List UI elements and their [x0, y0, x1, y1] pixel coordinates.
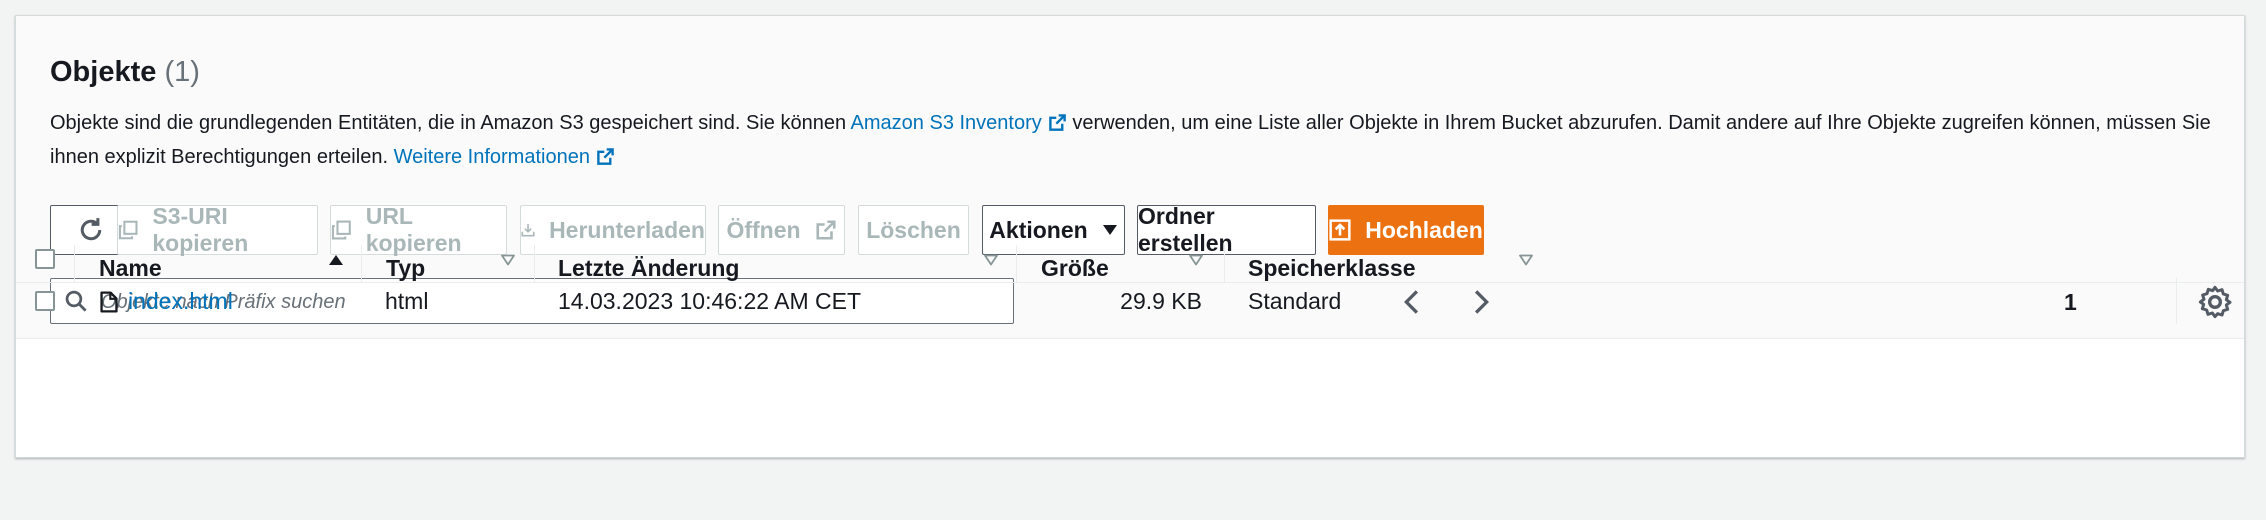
object-type: html [385, 287, 429, 314]
object-last-modified: 14.03.2023 10:46:22 AM CET [558, 287, 862, 314]
copy-icon [331, 220, 351, 240]
column-type-label: Typ [386, 254, 426, 281]
object-size: 29.9 KB [1120, 287, 1202, 314]
column-storage-class-label: Speicherklasse [1248, 254, 1416, 281]
next-page-button[interactable] [1468, 282, 1494, 322]
description-text-1: Objekte sind die grundlegenden Entitäten… [50, 112, 847, 134]
sort-icon[interactable] [1518, 254, 1534, 266]
inventory-link[interactable]: Amazon S3 Inventory [851, 112, 1067, 134]
inventory-link-label: Amazon S3 Inventory [850, 112, 1042, 134]
column-divider [361, 245, 362, 283]
column-name-label: Name [99, 254, 162, 281]
column-divider [74, 245, 75, 283]
preferences-button[interactable] [2195, 282, 2235, 327]
section-description: Objekte sind die grundlegenden Entitäten… [50, 106, 2220, 174]
column-divider [1016, 245, 1017, 283]
sort-ascending-icon[interactable] [328, 254, 344, 266]
sort-icon[interactable] [500, 254, 516, 266]
gear-icon [2198, 285, 2232, 319]
prefix-search-input[interactable] [99, 279, 1003, 325]
page-title: Objekte (1) [50, 56, 200, 89]
sort-icon[interactable] [983, 254, 999, 266]
external-link-icon [597, 148, 614, 165]
more-info-link[interactable]: Weitere Informationen [394, 146, 615, 168]
chevron-right-icon [1474, 290, 1489, 314]
objects-panel: Objekte (1) Objekte sind die grundlegend… [15, 15, 2245, 458]
more-info-link-label: Weitere Informationen [393, 146, 590, 168]
copy-s3-uri-label: S3-URI kopieren [152, 203, 249, 256]
pagination-divider [2176, 278, 2177, 324]
object-count: (1) [164, 56, 200, 88]
delete-button[interactable]: Löschen [858, 205, 969, 255]
download-icon [521, 223, 535, 237]
object-name-link[interactable]: index.html [128, 280, 233, 322]
column-divider [1224, 245, 1225, 283]
row-checkbox[interactable] [35, 291, 55, 311]
caret-down-icon [1102, 225, 1117, 235]
column-last-modified-label: Letzte Änderung [558, 254, 740, 281]
current-page[interactable]: 1 [2064, 282, 2077, 322]
select-all-checkbox[interactable] [35, 249, 55, 269]
external-link-icon [815, 220, 836, 240]
file-icon [100, 291, 118, 313]
object-name: index.html [128, 287, 233, 314]
external-link-icon [1048, 114, 1066, 131]
sort-icon[interactable] [1188, 254, 1204, 266]
search-icon [65, 290, 87, 312]
section-title: Objekte [50, 56, 157, 88]
object-storage-class: Standard [1248, 287, 1342, 314]
column-size-label: Größe [1041, 254, 1109, 281]
column-divider [534, 245, 535, 283]
delete-label: Löschen [866, 216, 961, 243]
